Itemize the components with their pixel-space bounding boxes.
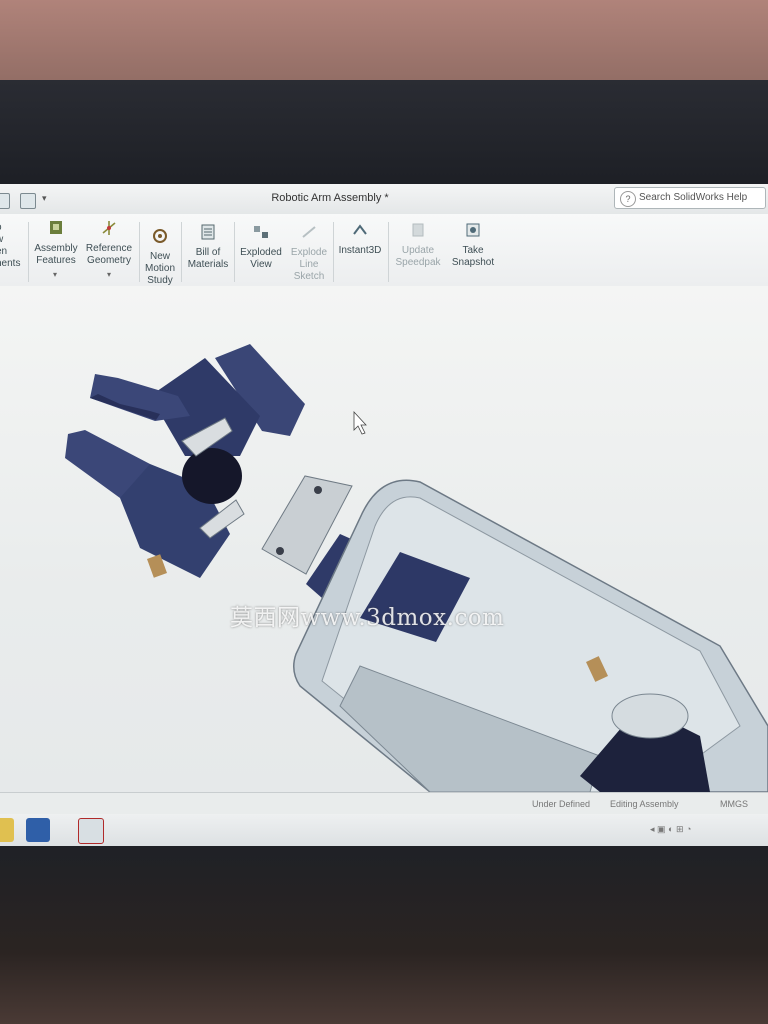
chevron-down-icon[interactable]: ▾ bbox=[107, 270, 111, 279]
bill-of-materials-button[interactable]: Bill of Materials bbox=[185, 224, 231, 271]
definition-state: Under Defined bbox=[532, 799, 591, 809]
window-title: Robotic Arm Assembly * bbox=[271, 192, 389, 204]
take-snapshot-button[interactable]: Take Snapshot bbox=[449, 222, 497, 269]
ribbon-separator bbox=[388, 222, 389, 282]
button-label: Exploded bbox=[240, 247, 282, 258]
help-icon: ? bbox=[620, 191, 636, 207]
button-label: Snapshot bbox=[451, 257, 495, 268]
button-label: View bbox=[250, 259, 272, 270]
partial-label-line: o bbox=[0, 222, 20, 234]
partial-label-line: nents bbox=[0, 258, 21, 269]
help-search-box[interactable]: ? Search SolidWorks Help bbox=[614, 187, 766, 209]
exploded-view-icon bbox=[254, 226, 268, 238]
partial-label-line: w bbox=[0, 234, 20, 246]
button-label: Reference bbox=[85, 243, 133, 254]
assembly-model[interactable] bbox=[0, 286, 768, 792]
mouse-cursor bbox=[353, 410, 367, 435]
button-label: Update bbox=[401, 245, 435, 256]
button-label: Bill of bbox=[195, 247, 221, 258]
partial-ribbon-button[interactable]: o w en nents bbox=[0, 222, 20, 270]
chevron-down-icon[interactable]: ▾ bbox=[53, 270, 57, 279]
arm-segment bbox=[293, 479, 768, 792]
servo-horn bbox=[182, 448, 242, 504]
button-label: Instant3D bbox=[338, 245, 382, 256]
explorer-icon[interactable] bbox=[0, 818, 14, 842]
update-speedpak-button[interactable]: Update Speedpak bbox=[393, 222, 443, 269]
reference-geometry-button[interactable]: Reference Geometry bbox=[83, 220, 135, 267]
ribbon-separator bbox=[28, 222, 29, 282]
monitor-bezel-bottom bbox=[0, 846, 768, 1024]
instant3d-icon bbox=[353, 224, 367, 235]
exploded-view-button[interactable]: Exploded View bbox=[237, 224, 285, 271]
monitor-bezel-top bbox=[0, 80, 768, 188]
assembly-features-button[interactable]: Assembly Features bbox=[32, 220, 80, 267]
explode-line-icon bbox=[302, 226, 316, 238]
button-label: Geometry bbox=[87, 255, 131, 266]
word-icon[interactable] bbox=[26, 818, 50, 842]
speedpak-icon bbox=[412, 223, 424, 237]
bom-icon bbox=[201, 224, 215, 240]
button-label: Line bbox=[299, 259, 319, 270]
ribbon-separator bbox=[234, 222, 235, 282]
graphics-area[interactable]: 莫西网www.3dmox.com bbox=[0, 286, 768, 792]
command-manager-ribbon: o w en nents Assembly Features ▾ Referen… bbox=[0, 214, 768, 287]
system-tray: ◂ ▣ ◐ ⊞ ◔ bbox=[650, 824, 692, 834]
assembly-features-icon bbox=[50, 221, 62, 234]
button-label: Assembly bbox=[34, 243, 78, 254]
explode-line-sketch-button[interactable]: Explode Line Sketch bbox=[287, 224, 331, 283]
motion-study-icon bbox=[153, 229, 167, 243]
button-label: Features bbox=[36, 255, 76, 266]
partial-label-line: en bbox=[0, 246, 8, 257]
title-bar: ▾ Robotic Arm Assembly * ? Search SolidW… bbox=[0, 184, 768, 215]
ribbon-separator bbox=[139, 222, 140, 282]
ribbon-separator bbox=[181, 222, 182, 282]
button-label: New bbox=[149, 251, 170, 262]
solidworks-icon[interactable] bbox=[78, 818, 104, 844]
units-indicator[interactable]: MMGS bbox=[720, 799, 748, 809]
instant3d-button[interactable]: Instant3D bbox=[336, 222, 384, 257]
snapshot-icon bbox=[466, 223, 480, 237]
button-label: Explode bbox=[290, 247, 328, 258]
solidworks-window: ▾ Robotic Arm Assembly * ? Search SolidW… bbox=[0, 184, 768, 846]
ribbon-separator bbox=[333, 222, 334, 282]
button-label: Materials bbox=[187, 259, 229, 270]
help-search-placeholder: Search SolidWorks Help bbox=[639, 192, 748, 203]
background-wall bbox=[0, 0, 768, 92]
button-label: Take bbox=[462, 245, 484, 256]
editing-mode: Editing Assembly bbox=[610, 799, 679, 809]
button-label: Speedpak bbox=[395, 257, 441, 268]
windows-taskbar: ◂ ▣ ◐ ⊞ ◔ bbox=[0, 814, 768, 846]
new-motion-study-button[interactable]: New Motion Study bbox=[142, 228, 178, 287]
status-bar: Under Defined Editing Assembly MMGS bbox=[0, 792, 768, 815]
reference-geometry-icon bbox=[102, 221, 116, 235]
button-label: Sketch bbox=[293, 271, 325, 282]
button-label: Motion bbox=[144, 263, 175, 274]
joint-disc bbox=[611, 693, 689, 739]
watermark-text: 莫西网www.3dmox.com bbox=[230, 605, 505, 631]
